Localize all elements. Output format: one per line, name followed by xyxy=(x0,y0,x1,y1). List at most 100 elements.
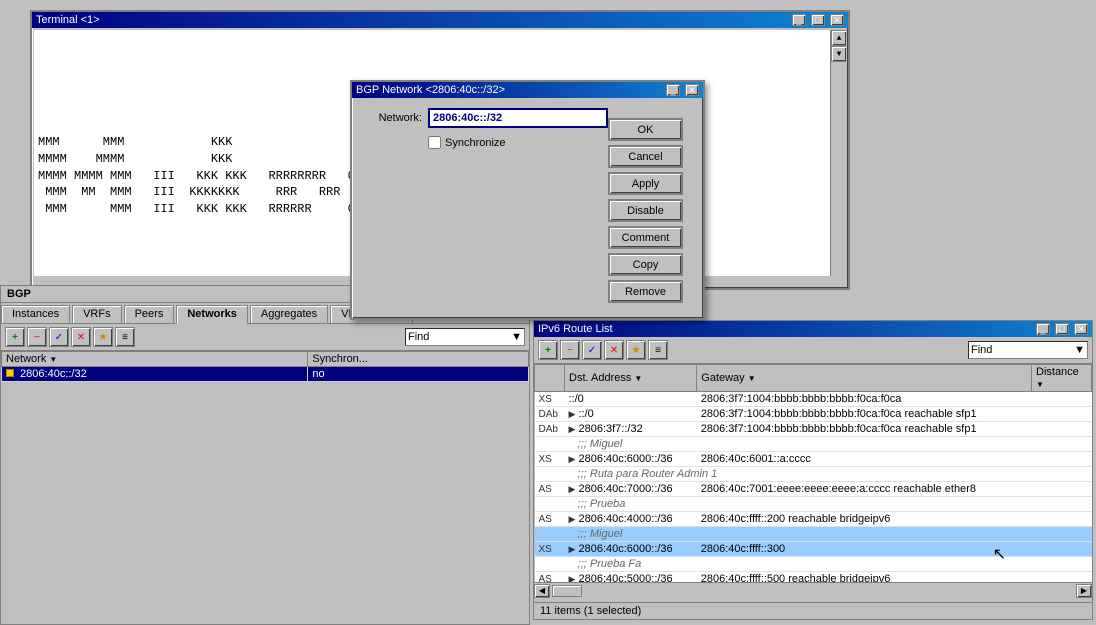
ipv6-star-btn[interactable]: ★ xyxy=(626,340,646,360)
cell-type: AS xyxy=(535,512,565,527)
terminal-window-controls: _ □ ✕ xyxy=(790,14,844,26)
table-row-comment: ;;; Ruta para Router Admin 1 xyxy=(535,467,1092,482)
network-input[interactable] xyxy=(428,108,608,128)
terminal-titlebar: Terminal <1> _ □ ✕ xyxy=(32,12,848,28)
cancel-button[interactable]: Cancel xyxy=(608,145,683,168)
hscroll-right[interactable]: ▶ xyxy=(1076,584,1092,598)
bgp-find-dropdown[interactable]: Find ▼ xyxy=(405,328,525,346)
tab-instances[interactable]: Instances xyxy=(1,305,70,323)
row-icon xyxy=(6,369,14,377)
ipv6-status-text: 11 items (1 selected) xyxy=(540,605,641,617)
col-distance[interactable]: Distance ▼ xyxy=(1032,365,1092,392)
cell-dst: ▶ 2806:40c:5000::/36 xyxy=(565,572,697,583)
cell-distance xyxy=(1032,407,1092,422)
cell-dst: ▶ 2806:40c:6000::/36 xyxy=(565,452,697,467)
comment-button[interactable]: Comment xyxy=(608,226,683,249)
terminal-scroll-down[interactable]: ▼ xyxy=(831,46,846,62)
cell-dst: ▶ ::/0 xyxy=(565,407,697,422)
cell-type: AS xyxy=(535,572,565,583)
cell-sync: no xyxy=(308,367,529,382)
ipv6-table-container[interactable]: Dst. Address ▼ Gateway ▼ Distance ▼ XS :… xyxy=(534,364,1092,582)
ok-button[interactable]: OK xyxy=(608,118,683,141)
bgp-check-btn[interactable]: ✓ xyxy=(49,327,69,347)
apply-button[interactable]: Apply xyxy=(608,172,683,195)
bgp-add-btn[interactable]: + xyxy=(5,327,25,347)
col-type xyxy=(535,365,565,392)
table-row[interactable]: AS ▶ 2806:40c:7000::/36 2806:40c:7001:ee… xyxy=(535,482,1092,497)
ipv6-find-dropdown[interactable]: Find ▼ xyxy=(968,341,1088,359)
bgp-star-btn[interactable]: ★ xyxy=(93,327,113,347)
bgp-dialog-buttons: OK Cancel Apply Disable Comment Copy xyxy=(608,118,683,303)
bgp-cross-btn[interactable]: ✕ xyxy=(71,327,91,347)
remove-button[interactable]: Remove xyxy=(608,280,683,303)
cell-comment: ;;; Miguel xyxy=(565,527,1092,542)
cell-distance xyxy=(1032,422,1092,437)
mouse-cursor: ↖ xyxy=(993,544,1006,564)
col-dst[interactable]: Dst. Address ▼ xyxy=(565,365,697,392)
ipv6-maximize-btn[interactable]: □ xyxy=(1055,323,1069,335)
bgp-panel: BGP Instances VRFs Peers Networks Aggreg… xyxy=(0,285,530,625)
table-row-comment: ;;; Miguel xyxy=(535,437,1092,452)
bgp-find-container: Find ▼ xyxy=(405,328,525,346)
table-row[interactable]: XS ▶ 2806:40c:6000::/36 2806:40c:6001::a… xyxy=(535,452,1092,467)
tab-networks[interactable]: Networks xyxy=(176,305,248,324)
synchronize-checkbox[interactable] xyxy=(428,136,441,149)
hscroll-thumb[interactable] xyxy=(552,585,582,597)
copy-button[interactable]: Copy xyxy=(608,253,683,276)
terminal-close-btn[interactable]: ✕ xyxy=(830,14,844,26)
bgp-dialog-minimize-btn[interactable]: _ xyxy=(666,84,680,96)
bgp-toolbar: + − ✓ ✕ ★ ≡ Find ▼ xyxy=(1,324,529,351)
terminal-scrollbar[interactable]: ▲ ▼ xyxy=(830,30,846,276)
table-row[interactable]: DAb ▶ 2806:3f7::/32 2806:3f7:1004:bbbb:b… xyxy=(535,422,1092,437)
col-gateway[interactable]: Gateway ▼ xyxy=(697,365,1032,392)
col-synchron[interactable]: Synchron... xyxy=(308,352,529,367)
bgp-filter-btn[interactable]: ≡ xyxy=(115,327,135,347)
terminal-scroll-up[interactable]: ▲ xyxy=(831,30,846,46)
ipv6-panel-controls: _ □ ✕ xyxy=(1034,323,1088,335)
bgp-remove-btn[interactable]: − xyxy=(27,327,47,347)
ipv6-hscrollbar[interactable]: ◀ ▶ xyxy=(534,582,1092,598)
ipv6-find-container: Find ▼ xyxy=(968,341,1088,359)
bgp-dialog-controls: _ ✕ xyxy=(664,84,699,96)
tab-vrfs[interactable]: VRFs xyxy=(72,305,122,323)
table-row[interactable]: AS ▶ 2806:40c:4000::/36 2806:40c:ffff::2… xyxy=(535,512,1092,527)
bgp-network-table: Network ▼ Synchron... 2806:40c::/32 no xyxy=(1,351,529,382)
table-row-selected[interactable]: XS ▶ 2806:40c:6000::/36 2806:40c:ffff::3… xyxy=(535,542,1092,557)
ipv6-cross-btn[interactable]: ✕ xyxy=(604,340,624,360)
ipv6-remove-btn[interactable]: − xyxy=(560,340,580,360)
table-row[interactable]: 2806:40c::/32 no xyxy=(2,367,529,382)
ipv6-close-btn[interactable]: ✕ xyxy=(1074,323,1088,335)
terminal-minimize-btn[interactable]: _ xyxy=(792,14,806,26)
tab-peers[interactable]: Peers xyxy=(124,305,175,323)
cell-type xyxy=(535,437,565,452)
ipv6-minimize-btn[interactable]: _ xyxy=(1036,323,1050,335)
ipv6-panel: IPv6 Route List _ □ ✕ + − ✓ ✕ ★ ≡ Find ▼… xyxy=(533,320,1093,620)
ipv6-check-btn[interactable]: ✓ xyxy=(582,340,602,360)
table-row[interactable]: XS ::/0 2806:3f7:1004:bbbb:bbbb:bbbb:f0c… xyxy=(535,392,1092,407)
disable-button[interactable]: Disable xyxy=(608,199,683,222)
cell-distance xyxy=(1032,542,1092,557)
table-row[interactable]: AS ▶ 2806:40c:5000::/36 2806:40c:ffff::5… xyxy=(535,572,1092,583)
cell-dst: ▶ 2806:40c:7000::/36 xyxy=(565,482,697,497)
ipv6-filter-btn[interactable]: ≡ xyxy=(648,340,668,360)
ipv6-panel-titlebar: IPv6 Route List _ □ ✕ xyxy=(534,321,1092,337)
ipv6-toolbar: + − ✓ ✕ ★ ≡ Find ▼ xyxy=(534,337,1092,364)
cell-distance xyxy=(1032,572,1092,583)
bgp-dialog-body: Network: Synchronize OK Cancel Apply xyxy=(352,98,703,318)
cell-type xyxy=(535,527,565,542)
ipv6-add-btn[interactable]: + xyxy=(538,340,558,360)
bgp-dialog-title: BGP Network <2806:40c::/32> xyxy=(356,84,505,96)
table-row[interactable]: DAb ▶ ::/0 2806:3f7:1004:bbbb:bbbb:bbbb:… xyxy=(535,407,1092,422)
tab-aggregates[interactable]: Aggregates xyxy=(250,305,328,323)
bgp-dialog-close-btn[interactable]: ✕ xyxy=(685,84,699,96)
cell-gateway: 2806:40c:ffff::200 reachable bridgeipv6 xyxy=(697,512,1032,527)
cell-comment: ;;; Ruta para Router Admin 1 xyxy=(565,467,1092,482)
bgp-table-container[interactable]: Network ▼ Synchron... 2806:40c::/32 no xyxy=(1,351,529,609)
cell-type xyxy=(535,557,565,572)
cell-distance xyxy=(1032,392,1092,407)
col-network[interactable]: Network ▼ xyxy=(2,352,308,367)
terminal-maximize-btn[interactable]: □ xyxy=(811,14,825,26)
hscroll-left[interactable]: ◀ xyxy=(534,584,550,598)
cell-distance xyxy=(1032,512,1092,527)
table-row-comment-selected: ;;; Miguel xyxy=(535,527,1092,542)
